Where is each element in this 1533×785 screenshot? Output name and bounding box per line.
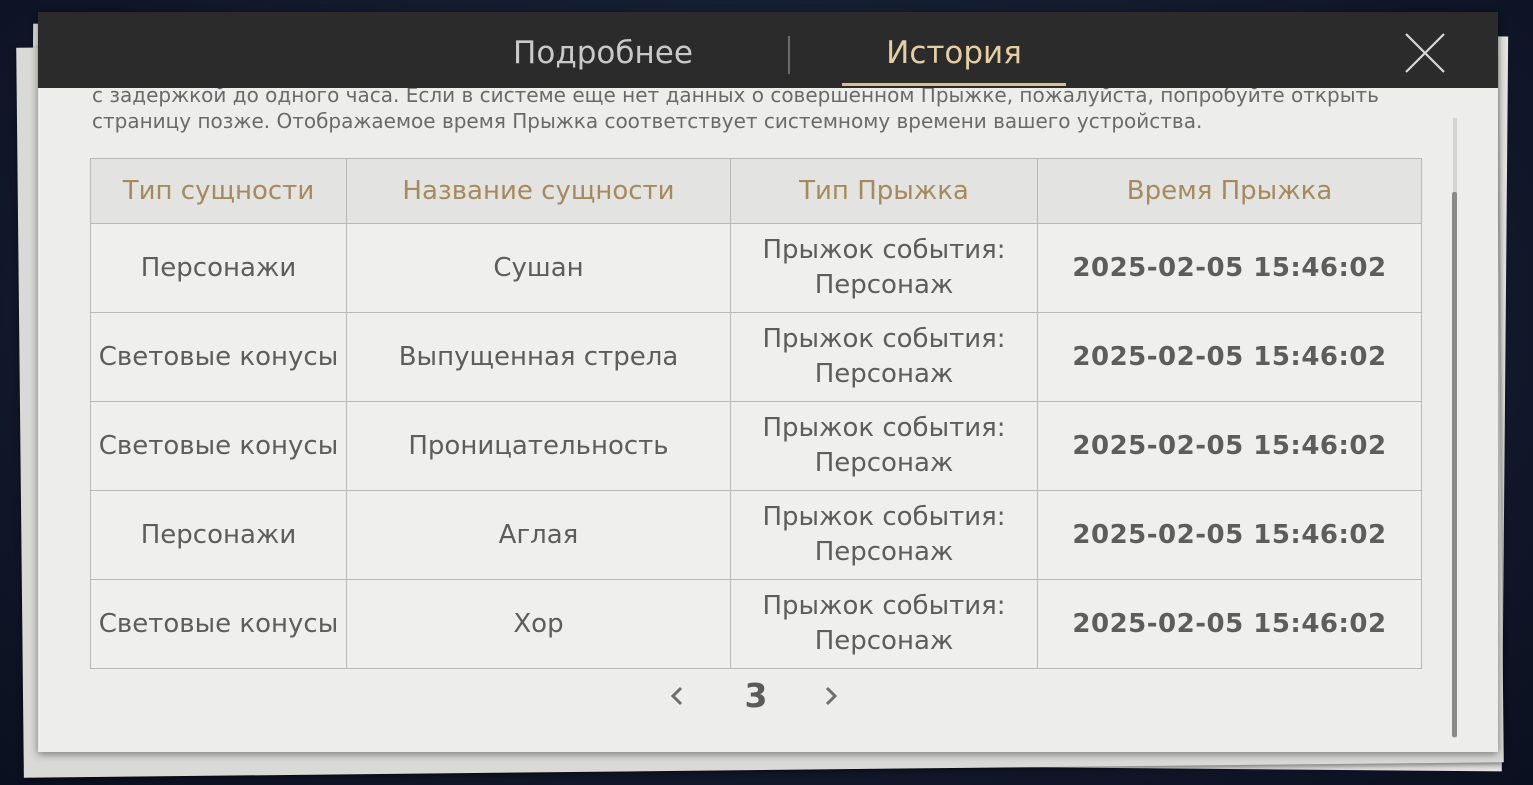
cell-warp-time: 2025-02-05 15:46:02 xyxy=(1037,579,1422,669)
notice-text: с задержкой до одного часа. Если в систе… xyxy=(92,88,1379,133)
cell-warp-type: Прыжок события: Персонаж xyxy=(730,579,1038,669)
scrollbar-thumb[interactable] xyxy=(1452,192,1457,737)
warp-type-line1: Прыжок события: xyxy=(762,235,1006,265)
cell-entity-name: Проницательность xyxy=(346,401,731,491)
cell-warp-type: Прыжок события: Персонаж xyxy=(730,401,1038,491)
pagination: 3 xyxy=(658,674,858,718)
history-table: Тип сущности Название сущности Тип Прыжк… xyxy=(90,158,1422,669)
cell-entity-type: Персонажи xyxy=(90,223,347,313)
warp-type-line2: Персонаж xyxy=(814,359,954,389)
cell-entity-type: Световые конусы xyxy=(90,312,347,402)
header-entity-type: Тип сущности xyxy=(90,158,347,224)
next-page-button[interactable] xyxy=(818,682,842,710)
close-icon xyxy=(1405,33,1445,73)
cell-entity-name: Хор xyxy=(346,579,731,669)
table-row: Персонажи Сушан Прыжок события: Персонаж … xyxy=(90,223,1422,313)
cell-warp-type: Прыжок события: Персонаж xyxy=(730,490,1038,580)
current-page-number: 3 xyxy=(744,676,768,715)
header-warp-time: Время Прыжка xyxy=(1037,158,1422,224)
history-panel: Подробнее История с задержкой до одного … xyxy=(38,12,1498,752)
cell-warp-type: Прыжок события: Персонаж xyxy=(730,312,1038,402)
cell-entity-type: Персонажи xyxy=(90,490,347,580)
cell-entity-type: Световые конусы xyxy=(90,579,347,669)
warp-type-line1: Прыжок события: xyxy=(762,591,1006,621)
table-row: Световые конусы Проницательность Прыжок … xyxy=(90,401,1422,491)
cell-warp-type: Прыжок события: Персонаж xyxy=(730,223,1038,313)
warp-type-line1: Прыжок события: xyxy=(762,502,1006,532)
warp-type-line2: Персонаж xyxy=(814,626,954,656)
tab-divider xyxy=(788,36,790,74)
warp-type-line1: Прыжок события: xyxy=(762,413,1006,443)
warp-type-line2: Персонаж xyxy=(814,537,954,567)
warp-type-line2: Персонаж xyxy=(814,448,954,478)
cell-entity-name: Аглая xyxy=(346,490,731,580)
cell-warp-time: 2025-02-05 15:46:02 xyxy=(1037,223,1422,313)
active-tab-indicator xyxy=(842,83,1066,86)
close-button[interactable] xyxy=(1400,30,1450,76)
panel-content: с задержкой до одного часа. Если в систе… xyxy=(38,88,1498,752)
tab-details[interactable]: Подробнее xyxy=(478,12,728,88)
tab-history[interactable]: История xyxy=(842,12,1066,88)
cell-warp-time: 2025-02-05 15:46:02 xyxy=(1037,401,1422,491)
cell-warp-time: 2025-02-05 15:46:02 xyxy=(1037,312,1422,402)
warp-type-line2: Персонаж xyxy=(814,270,954,300)
table-row: Световые конусы Хор Прыжок события: Персо… xyxy=(90,579,1422,669)
cell-entity-type: Световые конусы xyxy=(90,401,347,491)
chevron-right-icon xyxy=(825,686,838,706)
warp-type-line1: Прыжок события: xyxy=(762,324,1006,354)
header-entity-name: Название сущности xyxy=(346,158,731,224)
table-header-row: Тип сущности Название сущности Тип Прыжк… xyxy=(90,158,1422,224)
table-row: Персонажи Аглая Прыжок события: Персонаж … xyxy=(90,490,1422,580)
cell-entity-name: Выпущенная стрела xyxy=(346,312,731,402)
panel-header: Подробнее История xyxy=(38,12,1498,88)
cell-entity-name: Сушан xyxy=(346,223,731,313)
chevron-left-icon xyxy=(670,686,683,706)
prev-page-button[interactable] xyxy=(666,682,690,710)
header-warp-type: Тип Прыжка xyxy=(730,158,1038,224)
cell-warp-time: 2025-02-05 15:46:02 xyxy=(1037,490,1422,580)
table-row: Световые конусы Выпущенная стрела Прыжок… xyxy=(90,312,1422,402)
